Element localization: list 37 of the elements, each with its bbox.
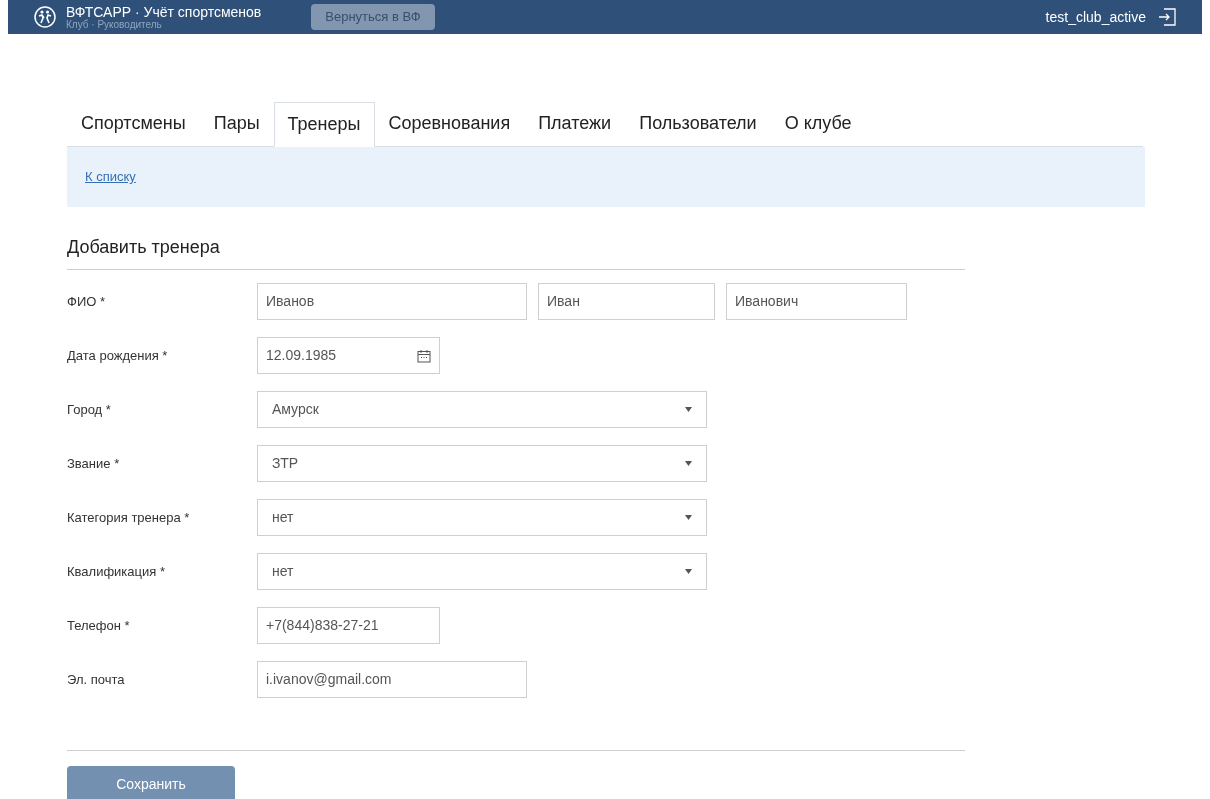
tab[interactable]: Соревнования <box>374 101 525 146</box>
dropdown-caret-icon <box>685 461 692 466</box>
field-label: Телефон * <box>67 616 131 635</box>
select-field[interactable]: нет <box>257 499 707 536</box>
select-field[interactable]: Амурск <box>257 391 707 428</box>
tab[interactable]: Пары <box>199 101 274 146</box>
field-label: Категория тренера * <box>67 508 191 527</box>
input-field[interactable]: i.ivanov@gmail.com <box>257 661 527 698</box>
dropdown-caret-icon <box>685 569 692 574</box>
select-field[interactable]: ЗТР <box>257 445 707 482</box>
select-field[interactable]: нет <box>257 553 707 590</box>
logout-icon[interactable] <box>1158 8 1176 26</box>
field-label: Город * <box>67 400 112 419</box>
tab[interactable]: Тренеры <box>273 102 375 147</box>
app-subtitle: Клуб · Руководитель <box>66 19 163 30</box>
field-label: Эл. почта <box>67 670 126 689</box>
tab[interactable]: О клубе <box>770 101 866 146</box>
tab[interactable]: Пользователи <box>625 101 771 146</box>
form-title: Добавить тренера <box>67 234 965 270</box>
dropdown-caret-icon <box>685 407 692 412</box>
input-field[interactable]: +7(844)838-27-21 <box>257 607 440 644</box>
app-title: ВФТСАРР · Учёт спортсменов <box>66 4 262 19</box>
input-field[interactable]: Иван <box>538 283 715 320</box>
input-field[interactable]: Иванов <box>257 283 527 320</box>
input-field[interactable]: Иванович <box>726 283 907 320</box>
dropdown-caret-icon <box>685 515 692 520</box>
back-to-list-link[interactable]: К списку <box>85 167 136 187</box>
tab[interactable]: Платежи <box>524 101 626 146</box>
username: test_club_active <box>1045 7 1146 27</box>
field-label: Квалификация * <box>67 562 166 581</box>
logo-icon <box>34 6 56 28</box>
date-field[interactable]: 12.09.1985 <box>257 337 440 374</box>
field-label: Дата рождения * <box>67 346 169 365</box>
field-label: Звание * <box>67 454 121 473</box>
tab[interactable]: Спортсмены <box>67 101 200 146</box>
field-label: ФИО * <box>67 292 106 311</box>
calendar-icon[interactable] <box>417 348 431 363</box>
